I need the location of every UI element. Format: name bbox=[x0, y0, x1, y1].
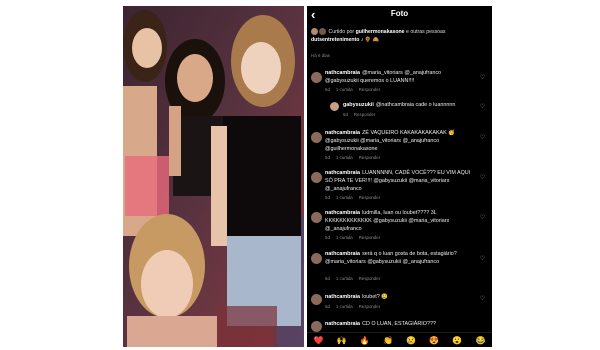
comment-text: gabysuzukii @nathcambraia cade o luannnnn bbox=[343, 102, 475, 110]
emoji-reaction-bar: ❤️ 🙌 🔥 👏 😢 😍 😮 😂 bbox=[307, 332, 492, 347]
top-bar: ‹ Foto bbox=[307, 6, 492, 24]
comment-time: 5d bbox=[325, 87, 330, 92]
reply-button[interactable]: Responder bbox=[359, 304, 380, 309]
comment-likes: 1 curtida bbox=[335, 87, 353, 92]
liked-by-suffix: e outras pessoas bbox=[404, 29, 446, 35]
avatar[interactable] bbox=[311, 321, 322, 332]
comment-username[interactable]: nathcambraia bbox=[325, 251, 360, 257]
heart-icon[interactable]: ♡ bbox=[480, 255, 485, 262]
reply-button[interactable]: Responder bbox=[354, 112, 375, 117]
avatar[interactable] bbox=[330, 102, 339, 111]
heart-icon[interactable]: ♡ bbox=[480, 214, 485, 221]
comment-meta: 5d Responder bbox=[343, 112, 381, 117]
comment-meta: 5d 1 curtida Responder bbox=[325, 87, 386, 92]
comment-username[interactable]: nathcambraia bbox=[325, 170, 360, 176]
liked-by-user[interactable]: guilhermonakasone bbox=[356, 29, 405, 35]
heart-eyes-emoji-icon[interactable]: 😍 bbox=[429, 336, 439, 345]
comment-meta: 5d 1 curtida Responder bbox=[325, 304, 386, 309]
comment-meta: 5d 1 curtida Responder bbox=[325, 195, 386, 200]
avatar[interactable] bbox=[311, 172, 322, 183]
comment-time: 5d bbox=[325, 155, 330, 160]
laughing-emoji-icon[interactable]: 😂 bbox=[475, 336, 485, 345]
avatar[interactable] bbox=[311, 294, 322, 305]
post-age: Há 6 dias bbox=[311, 53, 331, 58]
comment-text: nathcambraia será q o luan gosta de bota,… bbox=[325, 251, 475, 267]
comment-username[interactable]: gabysuzukii bbox=[343, 102, 374, 108]
comment-text: nathcambraia @maria_vitoriars @_anajufran… bbox=[325, 70, 475, 86]
reply-button[interactable]: Responder bbox=[359, 87, 380, 92]
fire-emoji-icon[interactable]: 🔥 bbox=[360, 336, 370, 345]
liker-avatar-icon bbox=[311, 28, 318, 36]
avatar[interactable] bbox=[311, 72, 322, 83]
avatar[interactable] bbox=[311, 132, 322, 143]
crying-emoji-icon[interactable]: 😢 bbox=[406, 336, 416, 345]
comment-body: @nathcambraia cade o luannnnn bbox=[375, 102, 456, 108]
raised-hands-emoji-icon[interactable]: 🙌 bbox=[337, 336, 347, 345]
comment-text: nathcambraia CD O LUAN, ESTAGIÁRIO??? bbox=[325, 321, 475, 329]
comment-time: 5d bbox=[325, 195, 330, 200]
comment-likes: 1 curtida bbox=[335, 276, 353, 281]
liked-by-prefix: Curtido por bbox=[328, 29, 356, 35]
clap-emoji-icon[interactable]: 👏 bbox=[383, 336, 393, 345]
comment-time: 5d bbox=[325, 304, 330, 309]
comment-likes: 1 curtida bbox=[335, 195, 353, 200]
comment-time: 5d bbox=[343, 112, 348, 117]
comment-meta: 5d 1 curtida Responder bbox=[325, 235, 386, 240]
comment-body: loubet? 😢 bbox=[362, 294, 388, 300]
comment-text: nathcambraia loubet? 😢 bbox=[325, 294, 475, 302]
comment-username[interactable]: nathcambraia bbox=[325, 210, 360, 216]
avatar[interactable] bbox=[311, 253, 322, 264]
comment-likes: 1 curtida bbox=[335, 304, 353, 309]
reply-button[interactable]: Responder bbox=[359, 276, 380, 281]
avatar[interactable] bbox=[311, 212, 322, 223]
comment-likes: 1 curtida bbox=[335, 155, 353, 160]
heart-icon[interactable]: ♡ bbox=[480, 295, 485, 302]
comment-username[interactable]: nathcambraia bbox=[325, 70, 360, 76]
reply-button[interactable]: Responder bbox=[359, 155, 380, 160]
screen-title: Foto bbox=[390, 9, 409, 18]
comment-time: 5d bbox=[325, 276, 330, 281]
caption-text: dutsentretenimento ♪ 🌻 🙈 bbox=[311, 37, 380, 43]
photo-illustration bbox=[123, 6, 304, 347]
heart-emoji-icon[interactable]: ❤️ bbox=[314, 336, 324, 345]
comments-screen: ‹ Foto Curtido por guilhermonakasone e o… bbox=[307, 6, 492, 347]
heart-icon[interactable]: ♡ bbox=[480, 134, 485, 141]
heart-icon[interactable]: ♡ bbox=[480, 103, 485, 110]
reply-button[interactable]: Responder bbox=[359, 235, 380, 240]
surprised-emoji-icon[interactable]: 😮 bbox=[452, 336, 462, 345]
comment-time: 5d bbox=[325, 235, 330, 240]
comment-text: nathcambraia ZÉ VAQUEIRO KAKAKAKAKAKAK 🥳 … bbox=[325, 130, 475, 153]
post-photo[interactable] bbox=[123, 6, 304, 347]
comment-likes: 1 curtida bbox=[335, 235, 353, 240]
liker-avatar-icon bbox=[319, 28, 326, 36]
comment-username[interactable]: nathcambraia bbox=[325, 294, 360, 300]
heart-icon[interactable]: ♡ bbox=[480, 74, 485, 81]
comment-text: nathcambraia LUANNNNN, CADÊ VOCÊ??? EU VI… bbox=[325, 170, 475, 193]
heart-icon[interactable]: ♡ bbox=[480, 174, 485, 181]
reply-button[interactable]: Responder bbox=[359, 195, 380, 200]
comment-username[interactable]: nathcambraia bbox=[325, 130, 360, 136]
comment-username[interactable]: nathcambraia bbox=[325, 321, 360, 327]
comment-body: CD O LUAN, ESTAGIÁRIO??? bbox=[362, 321, 436, 327]
comment-meta: 5d 1 curtida Responder bbox=[325, 155, 386, 160]
liked-by-line[interactable]: Curtido por guilhermonakasone e outras p… bbox=[311, 28, 489, 44]
comment-text: nathcambraia ludmilla, luan ou loubet????… bbox=[325, 210, 475, 233]
comment-meta: 5d 1 curtida Responder bbox=[325, 276, 386, 281]
